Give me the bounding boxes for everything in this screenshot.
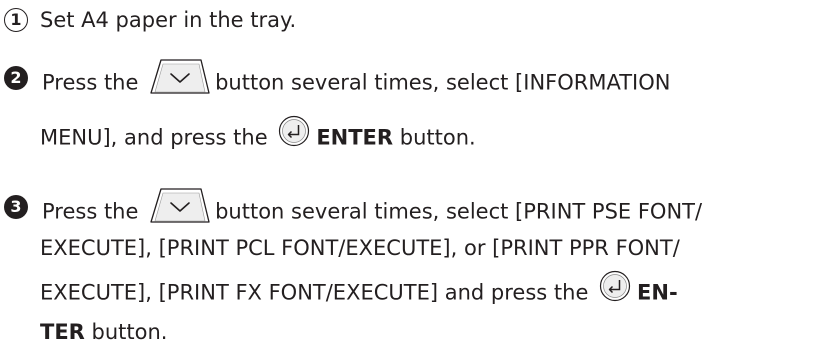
step-3-text-b: button several times, select [PRINT PSE … — [215, 199, 703, 224]
step-2-text-d: button. — [393, 125, 476, 150]
step-2-line-1: Press the button several times, select [… — [42, 59, 671, 96]
step-2-text-c: MENU], and press the — [40, 125, 275, 150]
step-1-text: Set A4 paper in the tray. — [40, 8, 297, 32]
enter-label: ENTER — [316, 125, 394, 150]
step-3-line-3: EXECUTE], [PRINT FX FONT/EXECUTE] and pr… — [40, 270, 678, 308]
enter-button-icon — [599, 270, 631, 313]
enter-label-part-1: EN- — [637, 280, 678, 305]
step-3-text-c: EXECUTE], [PRINT PCL FONT/EXECUTE], or [… — [40, 236, 680, 260]
step-number-3: 3 — [4, 195, 28, 219]
step-number-1: 1 — [4, 8, 28, 32]
enter-label-part-2: TER — [40, 320, 85, 344]
step-3-line-4: TER button. — [40, 314, 167, 350]
step-3-text-a: Press the — [42, 199, 146, 224]
step-1-line-1: Set A4 paper in the tray. — [40, 2, 296, 38]
step-3-text-d: EXECUTE], [PRINT FX FONT/EXECUTE] and pr… — [40, 280, 596, 305]
step-3-line-1: Press the button several times, select [… — [42, 188, 703, 225]
enter-button-icon — [278, 115, 310, 158]
step-3-text-e: button. — [84, 320, 168, 344]
instruction-page: 1 Set A4 paper in the tray. 2 Press the … — [0, 0, 818, 360]
step-2-line-2: MENU], and press the ENTER button. — [40, 115, 476, 153]
step-3-line-2: EXECUTE], [PRINT PCL FONT/EXECUTE], or [… — [40, 230, 680, 266]
step-number-2: 2 — [4, 66, 28, 90]
step-2-text-b: button several times, select [INFORMATIO… — [215, 70, 671, 95]
step-2-text-a: Press the — [42, 70, 146, 95]
down-arrow-button-icon — [149, 58, 211, 105]
down-arrow-button-icon — [149, 187, 211, 234]
